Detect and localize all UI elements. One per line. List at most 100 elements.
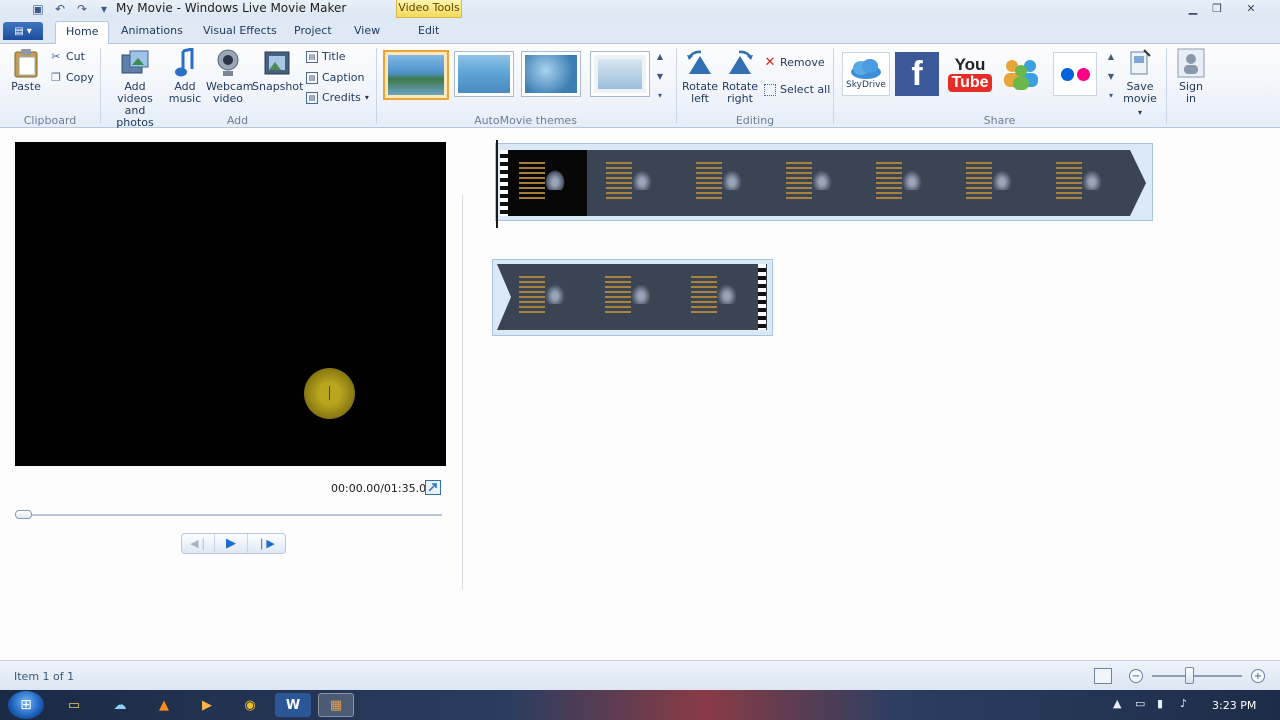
- remove-button[interactable]: ✕ Remove: [764, 55, 825, 70]
- windows-live-taskbar-icon[interactable]: ☁: [102, 693, 138, 717]
- vlc-taskbar-icon[interactable]: ▲: [146, 693, 182, 717]
- theme-2[interactable]: [454, 51, 514, 97]
- title-icon: ▤: [306, 50, 318, 63]
- sign-in-label-2: in: [1185, 92, 1197, 105]
- clip-frame: [870, 158, 926, 208]
- title-button[interactable]: ▤ Title: [306, 50, 346, 63]
- chrome-taskbar-icon[interactable]: ◉: [232, 693, 268, 717]
- tab-view[interactable]: View: [354, 24, 380, 37]
- theme-4[interactable]: [590, 51, 650, 97]
- theme-gallery-scroll[interactable]: ▲ ▼ ▾: [655, 52, 665, 100]
- clip-frame: [960, 158, 1016, 208]
- add-music-button[interactable]: Add music: [166, 48, 204, 105]
- explorer-taskbar-icon[interactable]: ▭: [56, 693, 92, 717]
- paste-icon: [11, 48, 41, 78]
- tray-volume-icon[interactable]: ♪: [1180, 697, 1187, 710]
- app-menu-button[interactable]: ▤ ▾: [3, 22, 43, 40]
- select-all-button[interactable]: Select all: [764, 83, 830, 96]
- group-separator: [100, 48, 101, 124]
- media-player-taskbar-icon[interactable]: ▶: [189, 693, 225, 717]
- maximize-icon[interactable]: ❐: [1206, 0, 1228, 16]
- tab-home[interactable]: Home: [55, 21, 110, 45]
- themes-group-label: AutoMovie themes: [474, 114, 577, 127]
- clip-2-filmstrip[interactable]: [513, 264, 767, 330]
- sign-in-button[interactable]: Sign in: [1172, 48, 1210, 105]
- movie-maker-taskbar-icon[interactable]: ▦: [318, 693, 354, 717]
- zoom-slider-track[interactable]: [1152, 675, 1242, 677]
- tray-expand-icon[interactable]: ▲: [1113, 697, 1121, 710]
- next-frame-icon[interactable]: ❘▶: [250, 534, 282, 553]
- taskbar-clock[interactable]: 3:23 PM: [1212, 699, 1256, 712]
- snapshot-button[interactable]: Snapshot: [252, 48, 303, 93]
- video-preview[interactable]: [15, 142, 446, 466]
- more-icon[interactable]: ▾: [658, 91, 662, 100]
- zoom-in-icon[interactable]: +: [1251, 669, 1265, 683]
- zoom-slider-thumb[interactable]: [1185, 667, 1194, 684]
- playhead[interactable]: [496, 140, 498, 228]
- chevron-up-icon[interactable]: ▲: [1108, 52, 1114, 61]
- word-taskbar-icon[interactable]: W: [275, 693, 311, 717]
- flickr-button[interactable]: [1053, 52, 1097, 96]
- copy-button[interactable]: ❐ Copy: [50, 71, 94, 84]
- windows-live-groups-button[interactable]: [1000, 52, 1044, 96]
- more-icon[interactable]: ▾: [1109, 91, 1113, 100]
- window-controls: ▁ ❐ ✕: [1182, 0, 1272, 16]
- text-cursor-icon: [329, 386, 330, 400]
- webcam-video-button[interactable]: Webcam video: [206, 48, 254, 105]
- clip-frame: [1050, 158, 1106, 208]
- theme-thumbnail: [594, 55, 646, 93]
- previous-frame-icon[interactable]: ◀❘: [185, 534, 213, 553]
- redo-icon[interactable]: ↷: [74, 1, 90, 17]
- credits-button[interactable]: ▤ Credits ▾: [306, 91, 369, 104]
- storyboard-view-icon[interactable]: [1094, 668, 1112, 684]
- save-movie-icon: [1125, 48, 1155, 78]
- remove-x-icon: ✕: [764, 55, 776, 70]
- chevron-down-icon[interactable]: ▼: [657, 72, 663, 81]
- tray-signal-icon[interactable]: ▮: [1157, 697, 1163, 710]
- theme-thumbnail: [525, 55, 577, 93]
- tab-visual-effects[interactable]: Visual Effects: [203, 24, 277, 37]
- clip-frame: [600, 158, 656, 208]
- youtube-button[interactable]: You Tube: [948, 52, 992, 96]
- clip-1-filmstrip[interactable]: [500, 150, 1130, 216]
- flickr-pink-dot-icon: [1076, 67, 1090, 81]
- caption-button[interactable]: ▤ Caption: [306, 71, 364, 84]
- theme-3[interactable]: [521, 51, 581, 97]
- tab-project[interactable]: Project: [294, 24, 332, 37]
- clip-1-first-frame: [507, 150, 587, 216]
- start-button[interactable]: ⊞: [8, 691, 44, 719]
- rotate-left-button[interactable]: Rotate left: [682, 48, 718, 105]
- tab-animations[interactable]: Animations: [121, 24, 183, 37]
- undo-icon[interactable]: ↶: [52, 1, 68, 17]
- play-icon[interactable]: ▶: [214, 534, 248, 553]
- tray-network-icon[interactable]: ▭: [1135, 697, 1145, 710]
- paste-button[interactable]: Paste: [10, 48, 42, 93]
- customize-dropdown-icon[interactable]: ▾: [96, 1, 112, 17]
- rotate-right-button[interactable]: Rotate right: [722, 48, 758, 105]
- pane-divider[interactable]: [462, 195, 463, 590]
- clip-frame: [780, 158, 836, 208]
- tab-edit[interactable]: Edit: [418, 24, 439, 37]
- skydrive-label: SkyDrive: [846, 80, 886, 90]
- seek-bar[interactable]: [18, 514, 442, 516]
- fullscreen-preview-button[interactable]: [425, 480, 441, 495]
- close-icon[interactable]: ✕: [1230, 0, 1272, 16]
- theme-default[interactable]: [383, 50, 449, 100]
- share-gallery-scroll[interactable]: ▲ ▼ ▾: [1106, 52, 1116, 100]
- skydrive-button[interactable]: SkyDrive: [842, 52, 890, 96]
- rotate-left-label-2: left: [691, 92, 709, 105]
- add-group-label: Add: [226, 114, 249, 127]
- seek-thumb[interactable]: [15, 510, 32, 519]
- cut-button[interactable]: ✂ Cut: [50, 50, 85, 63]
- chevron-up-icon[interactable]: ▲: [657, 52, 663, 61]
- facebook-button[interactable]: f: [895, 52, 939, 96]
- save-movie-button[interactable]: Save movie ▾: [1120, 48, 1160, 119]
- user-icon: [1176, 48, 1206, 78]
- chevron-down-icon[interactable]: ▼: [1108, 72, 1114, 81]
- zoom-out-icon[interactable]: −: [1129, 669, 1143, 683]
- save-icon[interactable]: ▣: [30, 1, 46, 17]
- clip-1-arrow-end-icon: [1130, 150, 1146, 216]
- film-sprockets: [758, 264, 766, 330]
- minimize-icon[interactable]: ▁: [1182, 0, 1204, 16]
- music-note-icon: [170, 48, 200, 78]
